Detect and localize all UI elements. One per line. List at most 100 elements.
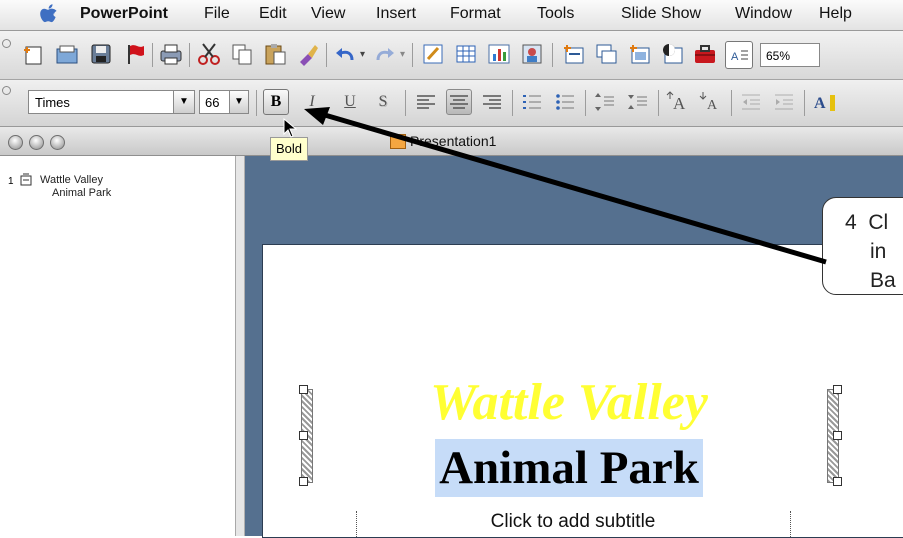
undo-icon[interactable]: [332, 41, 358, 67]
slide-title-line2-wrapper: Animal Park: [263, 439, 875, 497]
toolbar-separator: [189, 43, 190, 67]
menu-file[interactable]: File: [204, 5, 230, 23]
decrease-font-size-icon[interactable]: A: [698, 89, 724, 115]
align-center-icon[interactable]: [446, 89, 472, 115]
menu-view[interactable]: View: [311, 5, 345, 23]
pane-splitter[interactable]: [236, 156, 245, 536]
slide-design-icon[interactable]: [659, 41, 685, 67]
app-menu[interactable]: PowerPoint: [80, 5, 168, 23]
chevron-down-icon[interactable]: ▼: [229, 91, 248, 113]
toolbar-separator: [731, 90, 732, 116]
insert-chart-icon[interactable]: [486, 41, 512, 67]
window-title: Presentation1: [410, 133, 497, 149]
subtitle-border-right: [790, 511, 791, 537]
toolbox-icon[interactable]: [692, 41, 718, 67]
copy-icon[interactable]: [229, 41, 255, 67]
toolbar-separator: [585, 90, 586, 116]
bold-button[interactable]: B: [263, 89, 289, 115]
print-icon[interactable]: [158, 41, 184, 67]
insert-text-box-icon[interactable]: [420, 41, 446, 67]
decrease-indent-icon[interactable]: [738, 89, 764, 115]
flag-icon[interactable]: [122, 41, 148, 67]
paste-icon[interactable]: [262, 41, 288, 67]
callout-line3: Ba: [870, 269, 896, 292]
insert-table-icon[interactable]: [453, 41, 479, 67]
zoom-window-button[interactable]: [50, 135, 65, 150]
mouse-pointer-icon: [283, 118, 297, 138]
menu-window[interactable]: Window: [735, 5, 792, 23]
toolbar-separator: [152, 43, 153, 67]
close-window-button[interactable]: [8, 135, 23, 150]
slide-number: 1: [8, 176, 14, 187]
redo-dropdown-arrow-icon[interactable]: ▾: [400, 49, 405, 60]
resize-handle[interactable]: [299, 385, 308, 394]
open-icon[interactable]: [54, 41, 80, 67]
zoom-field[interactable]: 65%: [760, 43, 820, 67]
increase-indent-icon[interactable]: [771, 89, 797, 115]
outline-slide-title[interactable]: Wattle Valley Animal Park: [40, 174, 111, 200]
chevron-down-icon[interactable]: ▼: [173, 91, 194, 113]
slide-canvas[interactable]: Wattle Valley Animal Park Click to add s…: [262, 244, 903, 538]
menu-help[interactable]: Help: [819, 5, 852, 23]
svg-text:A: A: [814, 95, 826, 112]
menu-format[interactable]: Format: [450, 5, 501, 23]
toolbar-grip: [2, 86, 11, 95]
svg-text:A: A: [707, 98, 718, 113]
svg-text:A: A: [673, 94, 686, 113]
decrease-paragraph-spacing-icon[interactable]: [625, 89, 651, 115]
align-left-icon[interactable]: [413, 89, 439, 115]
subtitle-placeholder[interactable]: Click to add subtitle: [359, 511, 787, 533]
formatting-toolbar: Times ▼ 66 ▼ B I U S A A A: [0, 80, 903, 127]
toolbar-separator: [552, 43, 553, 67]
standard-toolbar: ▾ ▾ A 65%: [0, 31, 903, 80]
apple-menu-icon[interactable]: [40, 4, 60, 26]
callout-line2: in: [870, 240, 887, 263]
underline-button[interactable]: U: [337, 89, 363, 115]
menu-insert[interactable]: Insert: [376, 5, 416, 23]
align-right-icon[interactable]: [479, 89, 505, 115]
italic-button[interactable]: I: [299, 89, 325, 115]
bulleted-list-icon[interactable]: [552, 89, 578, 115]
duplicate-slide-icon[interactable]: [593, 41, 619, 67]
menu-bar: PowerPoint File Edit View Insert Format …: [0, 0, 903, 31]
shadow-button[interactable]: S: [370, 89, 396, 115]
slide-layout-icon[interactable]: [626, 41, 652, 67]
menu-tools[interactable]: Tools: [537, 5, 574, 23]
window-titlebar: Presentation1: [0, 127, 903, 156]
new-presentation-icon[interactable]: [20, 41, 46, 67]
subtitle-border-left: [356, 511, 357, 537]
menu-edit[interactable]: Edit: [259, 5, 287, 23]
slide-title-line2[interactable]: Animal Park: [435, 439, 703, 497]
outline-title-line2: Animal Park: [52, 187, 112, 199]
toolbar-separator: [412, 43, 413, 67]
numbered-list-icon[interactable]: [519, 89, 545, 115]
formatting-palette-icon[interactable]: A: [725, 41, 753, 69]
format-painter-icon[interactable]: [295, 41, 321, 67]
outline-pane[interactable]: 1 Wattle Valley Animal Park: [0, 156, 236, 536]
svg-text:A: A: [731, 51, 739, 63]
toolbar-separator: [326, 43, 327, 67]
toolbar-separator: [804, 90, 805, 116]
new-slide-icon[interactable]: [560, 41, 586, 67]
document-icon: [390, 134, 406, 149]
font-size-value: 66: [205, 95, 220, 110]
insert-picture-icon[interactable]: [519, 41, 545, 67]
slide-collapse-icon[interactable]: [20, 173, 32, 187]
undo-dropdown-arrow-icon[interactable]: ▾: [360, 49, 365, 60]
increase-paragraph-spacing-icon[interactable]: [592, 89, 618, 115]
toolbar-grip: [2, 39, 11, 48]
font-name-value: Times: [35, 95, 70, 110]
font-color-icon[interactable]: A: [810, 89, 836, 115]
font-size-select[interactable]: 66 ▼: [199, 90, 249, 114]
toolbar-separator: [512, 90, 513, 116]
font-name-select[interactable]: Times ▼: [28, 90, 195, 114]
cut-icon[interactable]: [196, 41, 222, 67]
redo-icon[interactable]: [372, 41, 398, 67]
increase-font-size-icon[interactable]: A: [665, 89, 691, 115]
minimize-window-button[interactable]: [29, 135, 44, 150]
slide-title-line1[interactable]: Wattle Valley: [313, 373, 825, 433]
save-icon[interactable]: [88, 41, 114, 67]
resize-handle[interactable]: [833, 385, 842, 394]
toolbar-separator: [658, 90, 659, 116]
menu-slide-show[interactable]: Slide Show: [621, 5, 701, 23]
